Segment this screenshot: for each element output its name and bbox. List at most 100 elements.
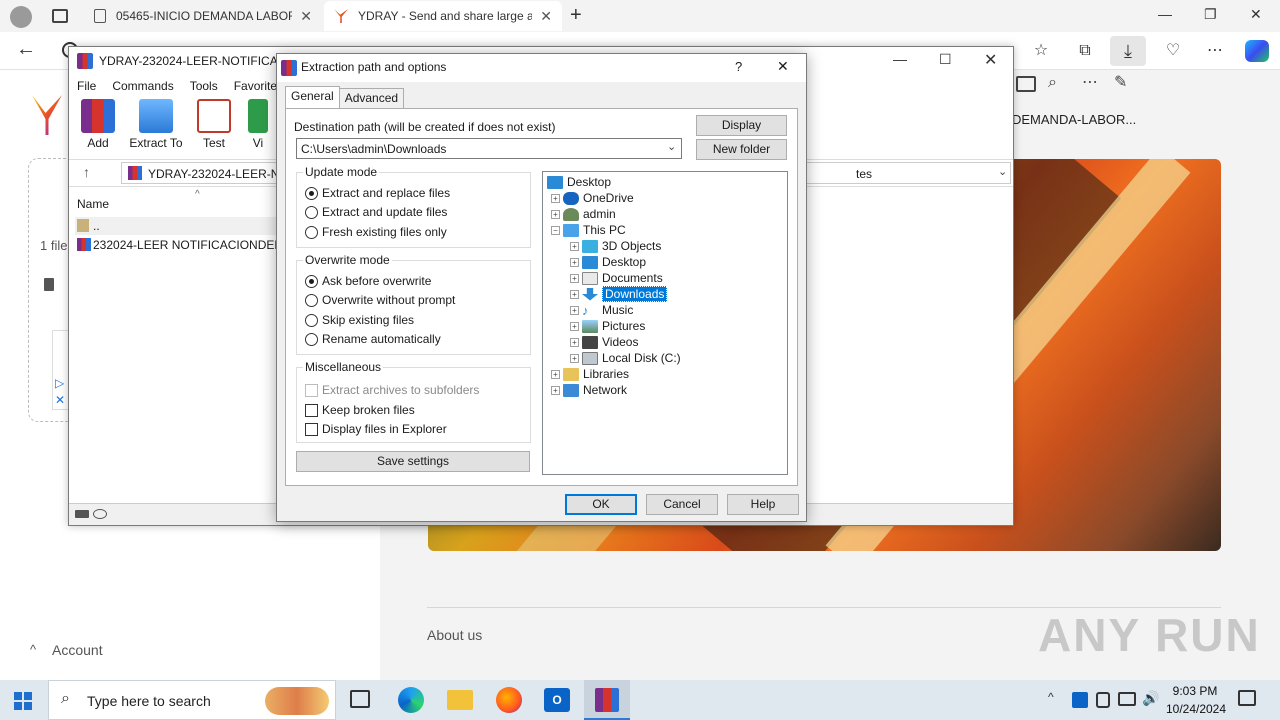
extract-to-button[interactable]: Extract To xyxy=(127,99,185,155)
expand-icon[interactable]: + xyxy=(551,193,560,203)
expand-icon[interactable]: + xyxy=(570,337,579,347)
tree-node-documents[interactable]: + Documents xyxy=(570,270,663,286)
expand-icon[interactable]: + xyxy=(570,289,579,299)
radio-extract-update[interactable]: Extract and update files xyxy=(305,204,447,220)
notification-icon[interactable] xyxy=(1238,690,1256,706)
expand-icon[interactable]: + xyxy=(570,305,579,315)
menu-file[interactable]: File xyxy=(77,79,96,93)
help-question-button[interactable]: ? xyxy=(735,59,742,74)
check-keep-broken[interactable]: Keep broken files xyxy=(305,402,415,418)
expand-icon[interactable]: + xyxy=(570,273,579,283)
up-arrow-icon[interactable]: ↑ xyxy=(83,164,90,180)
winrar-maximize-button[interactable]: ☐ xyxy=(939,51,952,68)
tree-node-pictures[interactable]: + Pictures xyxy=(570,318,645,334)
folder-icon[interactable] xyxy=(1016,76,1036,92)
ok-button[interactable]: OK xyxy=(565,494,637,515)
destination-path-combo[interactable]: C:\Users\admin\Downloads ⌄ xyxy=(296,138,682,159)
tab-actions-icon[interactable] xyxy=(52,9,68,23)
help-button[interactable]: Help xyxy=(727,494,799,515)
expand-icon[interactable]: + xyxy=(551,209,560,219)
ad-choices-icon[interactable]: ▷ xyxy=(55,376,64,390)
maximize-window-button[interactable]: ❐ xyxy=(1204,6,1217,23)
windows-start-icon[interactable] xyxy=(14,692,32,710)
tab-advanced[interactable]: Advanced xyxy=(338,88,405,108)
table-row[interactable]: 232024-LEER NOTIFICACIONDEMA xyxy=(75,236,281,254)
account-link[interactable]: Account xyxy=(52,642,103,658)
expand-icon[interactable]: + xyxy=(570,321,579,331)
column-header-name[interactable]: Name xyxy=(77,197,109,211)
cancel-button[interactable]: Cancel xyxy=(646,494,718,515)
favorites-star-icon[interactable]: ☆ xyxy=(1028,40,1054,62)
task-view-icon[interactable] xyxy=(350,690,370,708)
close-tab-icon[interactable]: ✕ xyxy=(300,8,312,25)
browser-essentials-icon[interactable]: ♡ xyxy=(1160,40,1186,62)
tree-node-3d-objects[interactable]: +3D Objects xyxy=(570,238,661,254)
minimize-window-button[interactable]: — xyxy=(1158,6,1172,22)
expand-icon[interactable]: + xyxy=(551,385,560,395)
close-window-button[interactable]: ✕ xyxy=(1250,6,1262,23)
more-options-icon[interactable]: ⋯ xyxy=(1202,40,1228,62)
profile-avatar-icon[interactable] xyxy=(10,6,32,28)
radio-ask-before[interactable]: Ask before overwrite xyxy=(305,273,431,289)
winrar-taskbar-button[interactable] xyxy=(584,680,630,720)
display-button[interactable]: Display xyxy=(696,115,787,136)
back-arrow-icon[interactable]: ← xyxy=(16,38,36,61)
firefox-icon[interactable] xyxy=(496,687,522,713)
ydray-logo-icon[interactable] xyxy=(32,95,62,135)
downloads-button[interactable]: ⤓ xyxy=(1110,36,1146,66)
radio-extract-replace[interactable]: Extract and replace files xyxy=(305,185,450,201)
radio-rename-auto[interactable]: Rename automatically xyxy=(305,331,441,347)
view-button[interactable]: Vi xyxy=(243,99,273,155)
collections-icon[interactable]: ⧉ xyxy=(1072,40,1098,62)
about-us-link[interactable]: About us xyxy=(427,627,482,643)
network-icon[interactable] xyxy=(1118,692,1136,706)
volume-icon[interactable]: 🔊 xyxy=(1142,690,1159,707)
expand-icon[interactable]: + xyxy=(570,257,579,267)
tree-node-onedrive[interactable]: + OneDrive xyxy=(551,190,634,206)
winrar-minimize-button[interactable]: — xyxy=(893,51,907,67)
device-icon[interactable] xyxy=(1096,692,1110,708)
radio-skip-existing[interactable]: Skip existing files xyxy=(305,312,414,328)
tree-node-network[interactable]: + Network xyxy=(551,382,627,398)
chevron-down-icon[interactable]: ⌄ xyxy=(667,140,676,153)
close-tab-icon[interactable]: ✕ xyxy=(540,8,552,25)
new-tab-icon[interactable]: + xyxy=(570,4,582,27)
outlook-icon[interactable]: O xyxy=(544,688,570,712)
check-display-explorer[interactable]: Display files in Explorer xyxy=(305,421,447,437)
tree-node-admin[interactable]: + admin xyxy=(551,206,616,222)
edge-icon[interactable] xyxy=(398,687,424,713)
menu-tools[interactable]: Tools xyxy=(190,79,218,93)
tree-node-this-pc[interactable]: − This PC xyxy=(551,222,626,238)
clock-date[interactable]: 10/24/2024 xyxy=(1164,702,1228,716)
dialog-close-button[interactable]: ✕ xyxy=(777,58,789,75)
expand-icon[interactable]: + xyxy=(570,241,579,251)
show-hidden-icons-icon[interactable]: ^ xyxy=(1048,690,1054,704)
tree-node-desktop[interactable]: Desktop xyxy=(547,174,611,190)
tab-ydray[interactable]: YDRAY - Send and share large an... ✕ xyxy=(324,1,562,31)
more-icon[interactable]: ⋯ xyxy=(1082,72,1098,92)
outlook-tray-icon[interactable] xyxy=(1072,692,1088,708)
tree-node-music[interactable]: + ♪ Music xyxy=(570,302,633,318)
ad-close-icon[interactable]: ✕ xyxy=(55,393,65,407)
expand-icon[interactable]: + xyxy=(570,353,579,363)
clock-time[interactable]: 9:03 PM xyxy=(1172,684,1218,698)
test-button[interactable]: Test xyxy=(185,99,243,155)
taskbar-search-box[interactable]: ⌕ Type here to search xyxy=(48,680,336,720)
file-explorer-icon[interactable] xyxy=(447,690,473,710)
winrar-close-button[interactable]: ✕ xyxy=(984,50,997,70)
menu-commands[interactable]: Commands xyxy=(112,79,173,93)
new-folder-button[interactable]: New folder xyxy=(696,139,787,160)
tree-node-local-disk[interactable]: + Local Disk (C:) xyxy=(570,350,681,366)
chevron-up-icon[interactable]: ^ xyxy=(30,642,36,657)
collapse-icon[interactable]: − xyxy=(551,225,560,235)
copilot-icon[interactable] xyxy=(1245,40,1269,62)
save-settings-button[interactable]: Save settings xyxy=(296,451,530,472)
tree-node-downloads[interactable]: + Downloads xyxy=(570,286,668,302)
chevron-down-icon[interactable]: ⌄ xyxy=(998,165,1007,178)
pin-icon[interactable]: ✎ xyxy=(1114,72,1127,92)
tab-inicio-demanda[interactable]: 05465-INICIO DEMANDA LABOR... ✕ xyxy=(84,1,322,31)
tree-node-pc-desktop[interactable]: + Desktop xyxy=(570,254,646,270)
radio-fresh-existing[interactable]: Fresh existing files only xyxy=(305,224,447,240)
search-icon[interactable]: ⌕ xyxy=(1048,74,1057,92)
table-row[interactable]: .. xyxy=(75,217,281,235)
